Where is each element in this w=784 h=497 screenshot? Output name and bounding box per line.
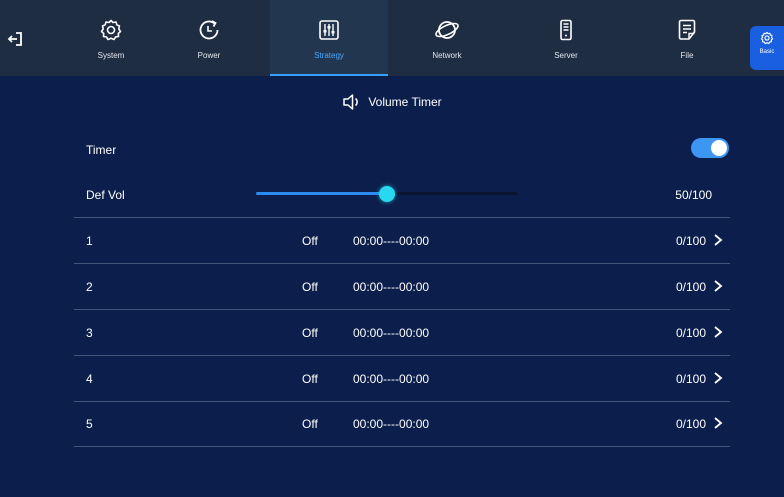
power-clock-icon: [199, 20, 219, 40]
speaker-icon: [343, 94, 359, 110]
slider-thumb[interactable]: [379, 186, 395, 202]
tab-strategy[interactable]: Strategy: [270, 0, 388, 76]
main-tabs: System Power Strategy Network Server Fil…: [52, 0, 742, 76]
tab-file[interactable]: File: [628, 0, 746, 76]
def-vol-row: Def Vol 50/100: [74, 172, 730, 218]
tab-power[interactable]: Power: [150, 0, 268, 76]
timer-entry-row[interactable]: 2 Off 00:00----00:00 0/100: [74, 264, 730, 310]
server-icon: [560, 19, 572, 41]
timer-label: Timer: [86, 142, 117, 157]
toggle-knob: [711, 140, 727, 156]
entry-volume: 0/100: [675, 325, 706, 340]
tab-label: Network: [432, 51, 462, 60]
tab-label: System: [97, 51, 125, 60]
page-title: Volume Timer: [0, 90, 784, 114]
entry-volume: 0/100: [675, 233, 706, 248]
chevron-right-icon: [714, 234, 723, 246]
slider-fill: [256, 192, 387, 195]
entry-index: 2: [86, 279, 93, 294]
chevron-right-icon: [714, 326, 723, 338]
timer-entry-row[interactable]: 3 Off 00:00----00:00 0/100: [74, 310, 730, 356]
sliders-icon: [319, 20, 339, 40]
entry-state: Off: [302, 233, 318, 248]
tab-label: File: [680, 51, 694, 60]
entry-index: 4: [86, 371, 93, 386]
gear-icon: [760, 31, 774, 45]
entry-time-range: 00:00----00:00: [353, 325, 430, 340]
entry-state: Off: [302, 325, 318, 340]
entry-index: 3: [86, 325, 93, 340]
entry-state: Off: [302, 371, 318, 386]
tab-server[interactable]: Server: [507, 0, 625, 76]
entry-state: Off: [302, 279, 318, 294]
entry-time-range: 00:00----00:00: [353, 233, 430, 248]
tab-network[interactable]: Network: [388, 0, 506, 76]
entry-index: 5: [86, 416, 93, 431]
timer-entry-row[interactable]: 1 Off 00:00----00:00 0/100: [74, 218, 730, 264]
entry-volume: 0/100: [675, 279, 706, 294]
top-nav-bar: System Power Strategy Network Server Fil…: [0, 0, 784, 76]
screen: System Power Strategy Network Server Fil…: [0, 0, 784, 497]
entry-time-range: 00:00----00:00: [353, 416, 430, 431]
def-vol-slider[interactable]: [256, 186, 518, 202]
entry-volume: 0/100: [675, 371, 706, 386]
entry-state: Off: [302, 416, 318, 431]
def-vol-label: Def Vol: [86, 187, 125, 202]
entry-time-range: 00:00----00:00: [353, 371, 430, 386]
timer-row: Timer: [74, 127, 730, 172]
chevron-right-icon: [714, 372, 723, 384]
entry-volume: 0/100: [675, 416, 706, 431]
timer-entry-row[interactable]: 4 Off 00:00----00:00 0/100: [74, 356, 730, 402]
entry-time-range: 00:00----00:00: [353, 279, 430, 294]
chevron-right-icon: [714, 280, 723, 292]
back-button[interactable]: [2, 26, 28, 52]
network-globe-icon: [435, 21, 459, 39]
tab-label: Power: [197, 51, 221, 60]
tab-label: Server: [554, 51, 578, 60]
exit-icon: [7, 32, 22, 46]
timer-entry-row[interactable]: 5 Off 00:00----00:00 0/100: [74, 401, 730, 447]
tab-label: Strategy: [314, 51, 344, 60]
page-title-text: Volume Timer: [368, 95, 442, 109]
entry-index: 1: [86, 233, 93, 248]
def-vol-value: 50/100: [675, 187, 712, 202]
timer-toggle[interactable]: [691, 138, 729, 158]
file-icon: [678, 19, 696, 40]
gear-icon: [100, 19, 122, 41]
basic-label: Basic: [759, 49, 775, 55]
chevron-right-icon: [714, 417, 723, 429]
basic-button[interactable]: Basic: [750, 26, 784, 70]
